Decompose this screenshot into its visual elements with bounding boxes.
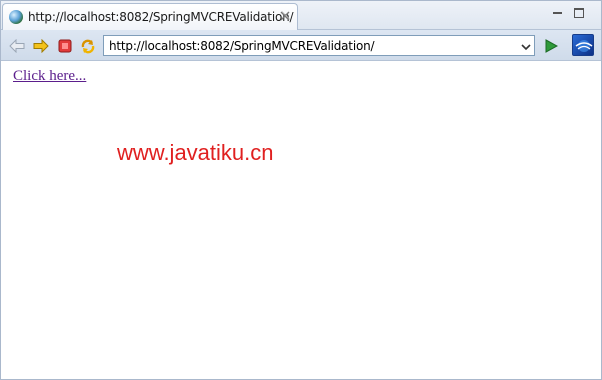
- play-icon[interactable]: [542, 37, 559, 54]
- navigation-toolbar: http://localhost:8082/SpringMVCREValidat…: [1, 30, 601, 61]
- refresh-icon[interactable]: [79, 37, 96, 54]
- click-here-link[interactable]: Click here...: [13, 68, 86, 85]
- forward-arrow-icon[interactable]: [32, 37, 49, 54]
- tab-title: http://localhost:8082/SpringMVCREValidat…: [28, 10, 294, 24]
- minimize-icon[interactable]: [551, 7, 565, 21]
- page-content: Click here... www.javatiku.cn: [1, 62, 601, 379]
- back-arrow-icon[interactable]: [8, 37, 25, 54]
- address-input[interactable]: http://localhost:8082/SpringMVCREValidat…: [109, 39, 375, 53]
- stop-icon[interactable]: [56, 37, 73, 54]
- close-icon[interactable]: [279, 10, 291, 22]
- tab-strip: http://localhost:8082/SpringMVCREValidat…: [1, 1, 601, 30]
- browser-window: http://localhost:8082/SpringMVCREValidat…: [0, 0, 602, 380]
- eclipse-icon[interactable]: [572, 34, 594, 56]
- browser-tab[interactable]: http://localhost:8082/SpringMVCREValidat…: [2, 3, 298, 30]
- globe-icon: [9, 10, 23, 24]
- maximize-icon[interactable]: [573, 7, 587, 21]
- watermark-text: www.javatiku.cn: [117, 140, 274, 165]
- chevron-down-icon[interactable]: [520, 40, 532, 52]
- address-bar[interactable]: http://localhost:8082/SpringMVCREValidat…: [103, 35, 535, 56]
